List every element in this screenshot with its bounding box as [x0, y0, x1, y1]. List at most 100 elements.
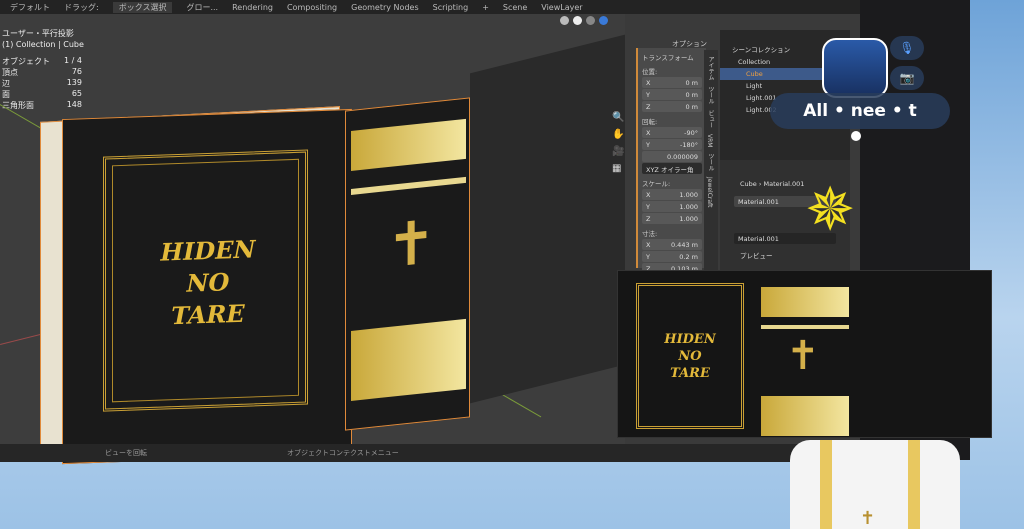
value: 1.000	[679, 214, 698, 223]
axis: Y	[646, 252, 650, 261]
stat-label: 面	[2, 90, 10, 99]
mic-muted-icon[interactable]: 🎙	[890, 36, 924, 60]
rotation-mode-dropdown[interactable]: XYZ オイラー角	[642, 163, 702, 174]
necklace-cross-icon: ✝	[860, 508, 876, 529]
dimensions-x[interactable]: X 0.443 m	[642, 239, 702, 250]
value: 0.2 m	[679, 252, 698, 261]
stat-value: 1 / 4	[64, 56, 82, 65]
stat-value: 139	[66, 78, 82, 87]
rotation-z[interactable]: 0.000009	[642, 151, 702, 162]
tab-geometry-nodes[interactable]: Geometry Nodes	[351, 3, 418, 12]
value: 0.000009	[666, 152, 698, 161]
context-menu-hint: オブジェクトコンテクストメニュー	[287, 449, 399, 457]
3d-viewport[interactable]: ユーザー・平行投影 (1) Collection | Cube オブジェクト 1 …	[0, 14, 625, 465]
avatar-body: ✝	[790, 440, 960, 529]
add-workspace-button[interactable]: +	[482, 3, 489, 12]
scale-label: スケール:	[642, 180, 671, 188]
zoom-icon[interactable]: 🔍	[612, 112, 624, 123]
breadcrumb-material: Material.001	[763, 180, 805, 188]
top-header: デフォルト ドラッグ: ボックス選択 グロー... Rendering Comp…	[0, 0, 860, 14]
player-avatar-thumbnail	[822, 38, 888, 98]
solid-shading-icon[interactable]	[573, 16, 582, 25]
stat-row: 辺 139	[2, 78, 82, 89]
spine-band	[351, 318, 466, 401]
title-line: TARE	[670, 366, 710, 381]
tab-vrm[interactable]: VRM	[706, 134, 713, 147]
tab-item[interactable]: アイテム	[706, 56, 715, 80]
pan-hand-icon[interactable]: ✋	[612, 129, 624, 140]
vr-spine-band	[761, 396, 849, 436]
axis: Y	[646, 202, 650, 211]
robe-trim	[820, 440, 832, 529]
rotation-label: 回転:	[642, 118, 658, 126]
collection-label: (1) Collection | Cube	[2, 40, 84, 49]
axis: X	[646, 78, 651, 87]
sidebar-tabs: アイテム ツール ビュー VRM ツール JewelCraft	[704, 50, 718, 270]
spine-band	[351, 176, 466, 195]
tab-compositing[interactable]: Compositing	[287, 3, 337, 12]
spine-band	[351, 118, 466, 171]
halo-ornament-icon: ✵	[805, 175, 856, 245]
render-shading-icon[interactable]	[599, 16, 608, 25]
axis: Y	[646, 90, 650, 99]
scale-z[interactable]: Z 1.000	[642, 213, 702, 224]
value: 1.000	[679, 190, 698, 199]
book-title: HIDEN NO TARE	[123, 232, 293, 334]
mode-dropdown[interactable]: デフォルト	[10, 2, 50, 13]
axis: Z	[646, 102, 651, 111]
tab-jewelcraft[interactable]: JewelCraft	[706, 177, 713, 207]
stat-label: 頂点	[2, 68, 18, 77]
book-front-cover[interactable]: HIDEN NO TARE	[62, 108, 352, 465]
viewport-nav: 🔍 ✋ 🎥 ▦	[612, 112, 624, 174]
rotation-x[interactable]: X -90°	[642, 127, 702, 138]
tab-tool-2[interactable]: ツール	[706, 153, 715, 171]
stat-row: オブジェクト 1 / 4	[2, 56, 82, 67]
title-line: NO	[678, 349, 702, 364]
stat-value: 148	[66, 100, 82, 109]
scale-y[interactable]: Y 1.000	[642, 201, 702, 212]
grid-icon[interactable]: ▦	[612, 163, 624, 174]
camera-icon[interactable]: 🎥	[612, 146, 624, 157]
camera-icon[interactable]: 📷	[890, 66, 924, 90]
location-x[interactable]: X 0 m	[642, 77, 702, 88]
axis: Y	[646, 140, 650, 149]
drag-dropdown[interactable]: ボックス選択	[112, 1, 173, 13]
value: -180°	[679, 140, 698, 149]
transform-orientation-dropdown[interactable]: グロー...	[186, 2, 218, 13]
rotation-y[interactable]: Y -180°	[642, 139, 702, 150]
scene-selector[interactable]: Scene	[503, 3, 527, 12]
nameplate-dot	[851, 131, 861, 141]
n-panel: トランスフォーム 位置: X 0 m Y 0 m Z 0 m 回転: X -90° Y -…	[636, 48, 706, 274]
tab-view[interactable]: ビュー	[706, 110, 715, 128]
preview-section[interactable]: プレビュー	[720, 248, 850, 262]
book-spine: ✝	[345, 97, 470, 431]
stat-value: 65	[71, 89, 82, 98]
scale-x[interactable]: X 1.000	[642, 189, 702, 200]
title-line: HIDEN	[664, 332, 716, 347]
tab-scripting[interactable]: Scripting	[433, 3, 469, 12]
dimensions-label: 寸法:	[642, 230, 658, 238]
location-y[interactable]: Y 0 m	[642, 89, 702, 100]
vr-spine-band	[761, 325, 849, 329]
vr-spine-band	[761, 287, 849, 317]
value: 0 m	[685, 102, 698, 111]
value: 0 m	[685, 78, 698, 87]
location-z[interactable]: Z 0 m	[642, 101, 702, 112]
scene-stats: オブジェクト 1 / 4 頂点 76 辺 139 面 65 三角形面 148	[2, 56, 82, 111]
transform-header[interactable]: トランスフォーム	[642, 52, 702, 62]
view-layer-selector[interactable]: ViewLayer	[541, 3, 582, 12]
axis: X	[646, 128, 651, 137]
material-shading-icon[interactable]	[586, 16, 595, 25]
title-line: TARE	[171, 298, 245, 331]
robe-trim	[908, 440, 920, 529]
wireframe-shading-icon[interactable]	[560, 16, 569, 25]
player-name: All • nee • t	[803, 101, 917, 121]
location-label: 位置:	[642, 68, 658, 76]
value: 0.443 m	[670, 240, 698, 249]
vr-book-model[interactable]: HIDEN NO TARE ✝	[617, 270, 992, 438]
dimensions-y[interactable]: Y 0.2 m	[642, 251, 702, 262]
vr-cross-icon: ✝	[786, 333, 820, 379]
viewport-shading	[560, 16, 608, 25]
tab-tool[interactable]: ツール	[706, 86, 715, 104]
tab-rendering[interactable]: Rendering	[232, 3, 273, 12]
